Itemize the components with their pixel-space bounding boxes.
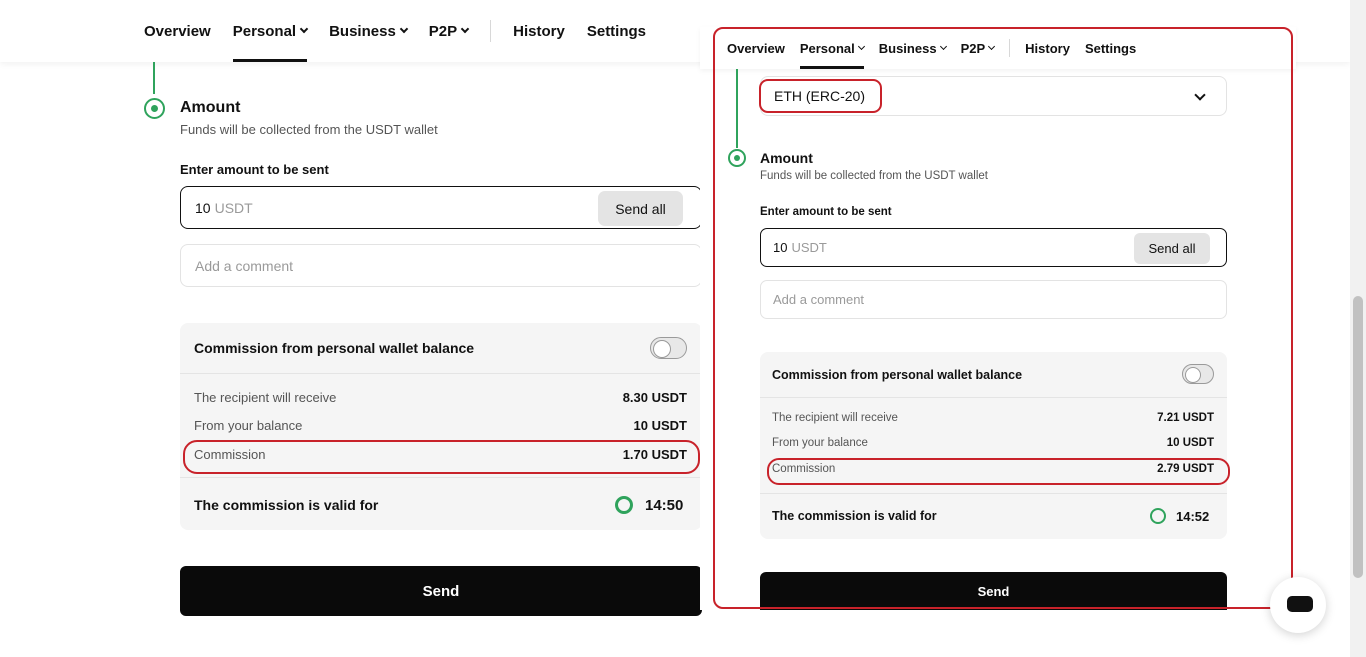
nav-overview[interactable]: Overview (727, 27, 785, 69)
balance-label: From your balance (772, 437, 868, 449)
commission-toggle-label: Commission from personal wallet balance (194, 340, 475, 356)
nav-settings-label: Settings (1084, 40, 1137, 56)
amount-title: Amount (760, 150, 813, 166)
recipient-value: 7.21 USDT (1157, 412, 1214, 424)
step-indicator-icon (728, 149, 746, 167)
divider (180, 373, 702, 374)
commission-toggle[interactable] (650, 337, 687, 359)
chevron-down-icon (460, 24, 470, 34)
step-connector (153, 62, 155, 94)
balance-row: From your balance 10 USDT (772, 437, 1214, 449)
amount-unit: USDT (214, 199, 253, 216)
network-select[interactable]: ETH (ERC-20) (760, 76, 1227, 116)
amount-label: Enter amount to be sent (180, 162, 329, 177)
network-value: ETH (ERC-20) (774, 88, 866, 104)
nav-history[interactable]: History (1025, 27, 1070, 69)
nav-overview-label: Overview (144, 22, 211, 40)
nav-p2p-label: P2P (960, 40, 986, 56)
timer-icon (615, 496, 633, 514)
nav-history[interactable]: History (513, 0, 565, 62)
chevron-down-icon (988, 42, 996, 51)
nav-overview[interactable]: Overview (144, 0, 211, 62)
nav-divider (1009, 39, 1011, 57)
nav-p2p-label: P2P (428, 22, 458, 40)
nav-settings[interactable]: Settings (1085, 27, 1136, 69)
validity-timer: 14:50 (645, 497, 684, 514)
nav-history-label: History (1025, 40, 1070, 56)
amount-subtitle: Funds will be collected from the USDT wa… (180, 122, 438, 137)
send-all-button[interactable]: Send all (1134, 233, 1210, 264)
commission-row: Commission 2.79 USDT (772, 463, 1214, 475)
balance-value: 10 USDT (633, 418, 687, 433)
chevron-down-icon (939, 42, 947, 51)
send-button[interactable]: Send (760, 572, 1227, 610)
nav-settings-label: Settings (586, 22, 647, 40)
chevron-down-icon (399, 24, 409, 34)
amount-value: 10 (195, 199, 211, 216)
commission-toggle-label: Commission from personal wallet balance (772, 368, 1023, 382)
amount-input[interactable]: 10 USDT Send all (760, 228, 1227, 267)
nav-business-label: Business (329, 22, 396, 40)
chevron-down-icon (299, 24, 309, 34)
nav-divider (490, 20, 492, 42)
top-navigation: Overview Personal Business P2P History S… (700, 27, 1296, 69)
divider (760, 493, 1227, 494)
nav-p2p[interactable]: P2P (428, 0, 470, 62)
nav-personal[interactable]: Personal (799, 27, 865, 69)
commission-toggle[interactable] (1182, 364, 1214, 384)
nav-overview-label: Overview (727, 40, 785, 56)
commission-row: Commission 1.70 USDT (194, 447, 687, 462)
balance-row: From your balance 10 USDT (194, 418, 687, 433)
amount-unit: USDT (791, 240, 827, 255)
nav-business[interactable]: Business (878, 27, 947, 69)
nav-items: Overview Personal Business P2P History S… (727, 27, 1151, 69)
recipient-row: The recipient will receive 8.30 USDT (194, 390, 687, 405)
recipient-value: 8.30 USDT (622, 390, 687, 405)
nav-p2p[interactable]: P2P (960, 27, 996, 69)
step-connector (736, 69, 738, 148)
send-all-button[interactable]: Send all (598, 191, 683, 226)
nav-settings[interactable]: Settings (587, 0, 646, 62)
commission-label: Commission (772, 463, 836, 475)
amount-input[interactable]: 10 USDT Send all (180, 186, 702, 229)
comment-input[interactable]: Add a comment (760, 280, 1227, 319)
amount-subtitle: Funds will be collected from the USDT wa… (760, 170, 988, 182)
validity-label: The commission is valid for (194, 497, 379, 513)
amount-label: Enter amount to be sent (760, 206, 892, 218)
page-scrollbar[interactable] (1350, 0, 1366, 657)
scrollbar-thumb[interactable] (1353, 296, 1363, 578)
commission-panel: Commission from personal wallet balance … (760, 352, 1227, 539)
nav-personal[interactable]: Personal (232, 0, 309, 62)
balance-label: From your balance (194, 418, 303, 433)
nav-personal-label: Personal (232, 22, 297, 40)
commission-panel: Commission from personal wallet balance … (180, 323, 702, 530)
send-button[interactable]: Send (180, 566, 702, 616)
zoomed-screenshot-panel: Overview Personal Business P2P History S… (700, 24, 1296, 610)
recipient-label: The recipient will receive (194, 390, 337, 405)
amount-title: Amount (180, 99, 241, 116)
validity-timer: 14:52 (1176, 509, 1210, 524)
divider (760, 397, 1227, 398)
nav-business-label: Business (878, 40, 937, 56)
nav-history-label: History (513, 22, 565, 40)
nav-business[interactable]: Business (329, 0, 409, 62)
chat-icon (1287, 596, 1313, 612)
support-chat-button[interactable] (1270, 577, 1326, 633)
commission-value: 1.70 USDT (622, 447, 687, 462)
commission-value: 2.79 USDT (1157, 463, 1214, 475)
chevron-down-icon (1194, 89, 1206, 101)
recipient-row: The recipient will receive 7.21 USDT (772, 412, 1214, 424)
recipient-label: The recipient will receive (772, 412, 898, 424)
chevron-down-icon (857, 42, 865, 51)
balance-value: 10 USDT (1166, 437, 1214, 449)
commission-label: Commission (194, 447, 266, 462)
timer-icon (1150, 508, 1166, 524)
comment-input[interactable]: Add a comment (180, 244, 702, 287)
step-indicator-icon (144, 98, 165, 119)
nav-items: Overview Personal Business P2P History S… (144, 0, 668, 62)
divider (180, 477, 702, 478)
validity-label: The commission is valid for (772, 509, 937, 523)
amount-value: 10 (773, 240, 788, 255)
nav-personal-label: Personal (799, 40, 855, 56)
